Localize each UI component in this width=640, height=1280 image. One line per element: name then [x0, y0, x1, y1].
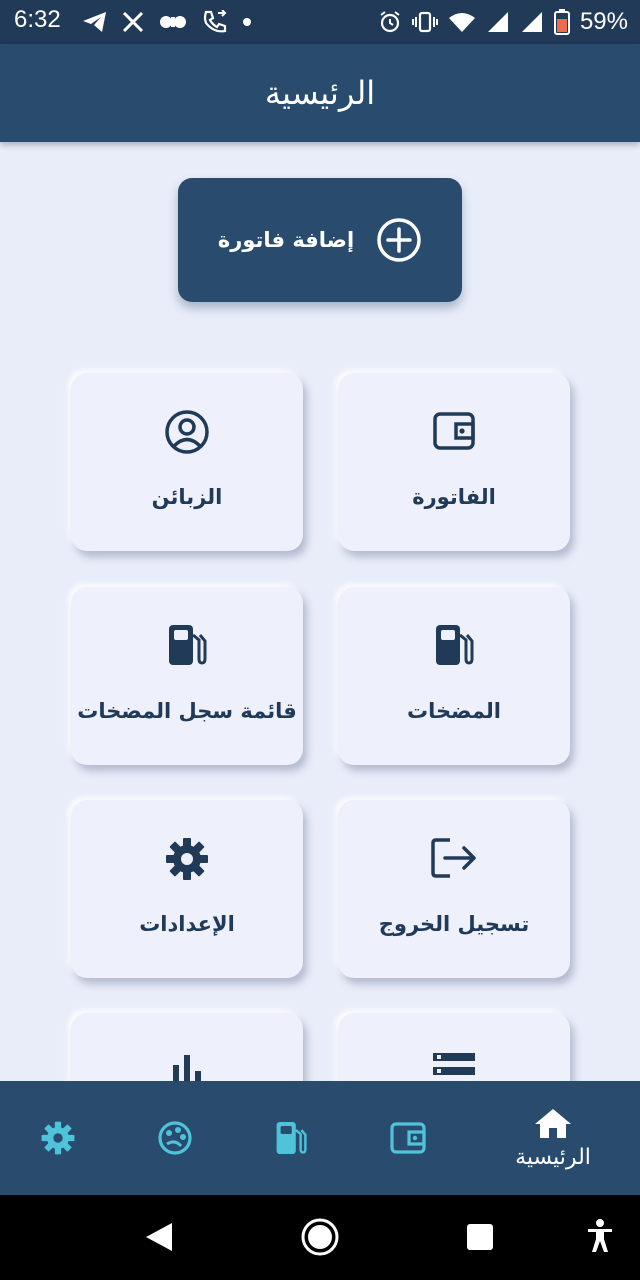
notification-icons	[82, 10, 252, 34]
battery-icon	[553, 9, 570, 35]
accessibility-icon[interactable]	[586, 1219, 614, 1253]
plus-circle-icon	[377, 218, 421, 262]
card-customers[interactable]: الزبائن	[71, 373, 303, 551]
telegram-icon	[83, 12, 106, 32]
nav-item-home[interactable]: الرئيسية	[505, 1081, 601, 1195]
card-logout[interactable]: تسجيل الخروج	[338, 800, 570, 978]
card-logout-label: تسجيل الخروج	[378, 912, 530, 936]
gear-icon	[41, 1121, 75, 1155]
alarm-icon	[380, 11, 400, 33]
home-icon	[535, 1108, 571, 1138]
card-invoice[interactable]: الفاتورة	[338, 373, 570, 551]
fuel-pump-icon	[436, 625, 474, 665]
battery-percent: 59%	[579, 8, 628, 35]
card-pump-log-list-label: قائمة سجل المضخات	[77, 699, 297, 723]
home-button-icon[interactable]	[300, 1217, 340, 1257]
card-pump-log-list[interactable]: قائمة سجل المضخات	[71, 587, 303, 765]
nav-item-settings[interactable]	[10, 1081, 106, 1195]
signal-icon	[521, 12, 542, 32]
back-icon[interactable]	[144, 1221, 174, 1253]
wallet-icon	[433, 412, 475, 450]
card-settings[interactable]: الإعدادات	[71, 800, 303, 978]
add-invoice-label: إضافة فاتورة	[217, 228, 355, 252]
wifi-icon	[448, 13, 475, 32]
nav-item-invoice[interactable]	[360, 1081, 456, 1195]
wallet-icon	[390, 1122, 426, 1154]
system-status: 59%	[378, 8, 628, 36]
gear-icon	[166, 838, 208, 880]
wifi-calling-icon	[203, 10, 227, 33]
nav-item-pumps[interactable]	[243, 1081, 339, 1195]
palette-icon	[158, 1121, 192, 1155]
x-icon	[122, 11, 144, 33]
card-pumps[interactable]: المضخات	[338, 587, 570, 765]
fuel-pump-icon	[276, 1122, 307, 1154]
fuel-pump-icon	[169, 625, 207, 665]
user-circle-icon	[165, 410, 209, 454]
nav-item-customers[interactable]	[127, 1081, 223, 1195]
status-time: 6:32	[14, 6, 61, 33]
vibrate-icon	[411, 11, 438, 33]
dot-icon	[243, 18, 251, 26]
card-pumps-label: المضخات	[407, 699, 501, 723]
page-title: الرئيسية	[264, 74, 376, 112]
card-customers-label: الزبائن	[151, 485, 223, 509]
card-invoice-label: الفاتورة	[412, 485, 496, 509]
status-bar: 6:32 59%	[0, 0, 640, 44]
system-nav-bar	[0, 1195, 640, 1280]
voicemail-icon	[160, 16, 186, 28]
card-settings-label: الإعدادات	[139, 912, 235, 936]
logout-icon	[431, 838, 476, 878]
add-invoice-button[interactable]: إضافة فاتورة	[178, 178, 462, 302]
app-bar: الرئيسية	[0, 44, 640, 142]
recents-icon[interactable]	[466, 1223, 494, 1251]
signal-icon	[487, 12, 508, 32]
nav-item-home-label: الرئيسية	[515, 1144, 591, 1170]
bottom-nav: الرئيسية	[0, 1081, 640, 1195]
